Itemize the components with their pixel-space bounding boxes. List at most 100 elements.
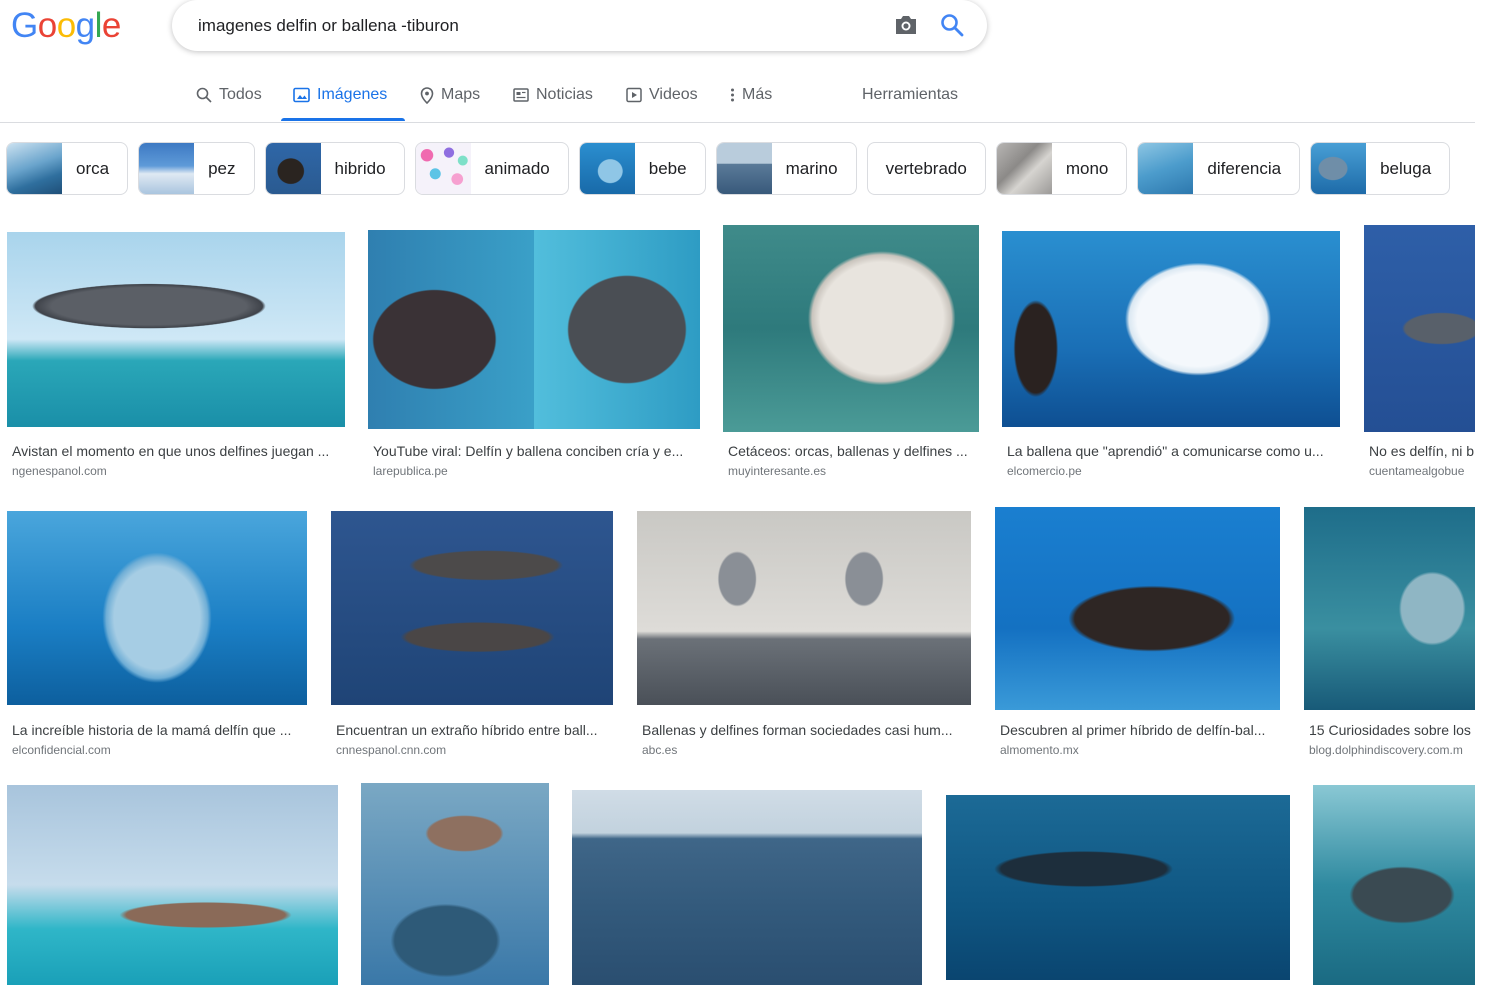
result-thumbnail <box>331 511 613 705</box>
video-icon <box>626 87 642 103</box>
result-thumbnail <box>368 230 700 429</box>
tab-todos[interactable]: Todos <box>196 86 262 104</box>
chip-thumbnail <box>1311 143 1367 194</box>
result-thumbnail <box>7 511 307 705</box>
chip-label: marino <box>785 158 838 178</box>
logo-letter: e <box>101 6 121 45</box>
result-source: elcomercio.pe <box>1007 464 1082 478</box>
chip-thumbnail <box>1138 143 1194 194</box>
image-result[interactable] <box>361 783 549 985</box>
tab-videos[interactable]: Videos <box>626 86 698 104</box>
related-chips: orca pez hibrido animado bebe marino ver… <box>6 142 1451 195</box>
result-source: blog.dolphindiscovery.com.m <box>1309 743 1463 757</box>
logo-letter: G <box>11 6 38 45</box>
image-result[interactable]: Avistan el momento en que unos delfines … <box>7 232 345 482</box>
result-title: Descubren al primer híbrido de delfín-ba… <box>1000 722 1266 738</box>
chip-thumbnail <box>7 143 62 194</box>
image-result[interactable] <box>946 795 1290 980</box>
result-title: Cetáceos: orcas, ballenas y delfines ... <box>728 443 968 459</box>
image-result[interactable]: Ballenas y delfines forman sociedades ca… <box>637 511 971 761</box>
tools-button[interactable]: Herramientas <box>862 86 958 104</box>
active-tab-indicator <box>281 118 405 121</box>
result-title: Encuentran un extraño híbrido entre ball… <box>336 722 598 738</box>
chip-pez[interactable]: pez <box>138 142 255 195</box>
tab-imagenes[interactable]: Imágenes <box>293 86 387 104</box>
image-result[interactable]: Descubren al primer híbrido de delfín-ba… <box>995 507 1280 761</box>
chip-label: pez <box>208 158 236 178</box>
logo-letter: o <box>37 6 57 45</box>
tab-label: Maps <box>441 86 481 103</box>
chip-label: animado <box>484 158 550 178</box>
camera-icon[interactable] <box>892 13 920 37</box>
result-title: La ballena que "aprendió" a comunicarse … <box>1007 443 1324 459</box>
more-vert-icon <box>731 88 734 102</box>
chip-label: bebe <box>648 158 687 178</box>
chip-animado[interactable]: animado <box>414 142 569 195</box>
chip-thumbnail <box>265 143 321 194</box>
google-logo[interactable]: Google <box>11 6 121 46</box>
search-box <box>172 0 987 51</box>
tab-label: Imágenes <box>317 86 388 103</box>
chip-bebe[interactable]: bebe <box>578 142 706 195</box>
image-result[interactable]: La increíble historia de la mamá delfín … <box>7 511 307 761</box>
tab-label: Más <box>742 86 773 103</box>
result-thumbnail <box>946 795 1290 980</box>
tab-maps[interactable]: Maps <box>420 86 480 104</box>
logo-letter: o <box>56 6 76 45</box>
result-thumbnail <box>723 225 979 432</box>
chip-beluga[interactable]: beluga <box>1310 142 1451 195</box>
result-source: abc.es <box>642 743 678 757</box>
image-result[interactable] <box>572 790 922 985</box>
map-pin-icon <box>420 86 434 104</box>
result-source: cnnespanol.cnn.com <box>336 743 447 757</box>
chip-diferencia[interactable]: diferencia <box>1137 142 1301 195</box>
result-source: ngenespanol.com <box>12 464 107 478</box>
result-title: Avistan el momento en que unos delfines … <box>12 443 330 459</box>
result-title: YouTube viral: Delfín y ballena conciben… <box>373 443 684 459</box>
chip-mono[interactable]: mono <box>995 142 1128 195</box>
search-input[interactable] <box>196 13 860 39</box>
result-source: muyinteresante.es <box>728 464 827 478</box>
result-thumbnail <box>1364 225 1475 432</box>
tab-label: Videos <box>649 86 698 103</box>
search-icon[interactable] <box>939 12 965 38</box>
chip-label: vertebrado <box>885 158 967 178</box>
tab-label: Herramientas <box>862 86 959 103</box>
logo-letter: g <box>75 6 95 45</box>
tab-label: Todos <box>219 86 262 103</box>
image-result[interactable]: Cetáceos: orcas, ballenas y delfines ...… <box>723 225 979 482</box>
image-icon <box>293 87 310 103</box>
image-result[interactable]: Encuentran un extraño híbrido entre ball… <box>331 511 613 761</box>
search-icon <box>196 87 212 103</box>
result-thumbnail <box>1002 231 1340 427</box>
result-source: almomento.mx <box>1000 743 1079 757</box>
result-thumbnail <box>7 785 338 985</box>
chip-label: beluga <box>1380 158 1432 178</box>
logo-letter: l <box>94 6 103 45</box>
result-thumbnail <box>637 511 971 705</box>
tab-label: Noticias <box>536 86 593 103</box>
result-title: No es delfín, ni b <box>1369 443 1475 459</box>
chip-marino[interactable]: marino <box>715 142 857 195</box>
image-result[interactable]: YouTube viral: Delfín y ballena conciben… <box>368 230 700 482</box>
image-result[interactable] <box>1313 785 1475 985</box>
image-result[interactable]: No es delfín, ni b cuentamealgobue <box>1364 225 1475 482</box>
image-result[interactable]: La ballena que "aprendió" a comunicarse … <box>1002 231 1340 482</box>
chip-thumbnail <box>996 143 1052 194</box>
result-thumbnail <box>572 790 922 985</box>
chip-vertebrado[interactable]: vertebrado <box>866 142 986 195</box>
result-thumbnail <box>1304 507 1475 710</box>
result-thumbnail <box>7 232 345 427</box>
image-result[interactable] <box>7 785 338 985</box>
tab-mas[interactable]: Más <box>730 86 772 104</box>
tab-noticias[interactable]: Noticias <box>513 86 593 104</box>
result-thumbnail <box>995 507 1280 710</box>
image-result[interactable]: 15 Curiosidades sobre los blog.dolphindi… <box>1304 507 1475 761</box>
result-thumbnail <box>361 783 549 985</box>
chip-hibrido[interactable]: hibrido <box>264 142 405 195</box>
chip-thumbnail <box>579 143 635 194</box>
chip-orca[interactable]: orca <box>6 142 129 195</box>
chip-thumbnail <box>716 143 772 194</box>
result-title: Ballenas y delfines forman sociedades ca… <box>642 722 953 738</box>
result-title: La increíble historia de la mamá delfín … <box>12 722 292 738</box>
